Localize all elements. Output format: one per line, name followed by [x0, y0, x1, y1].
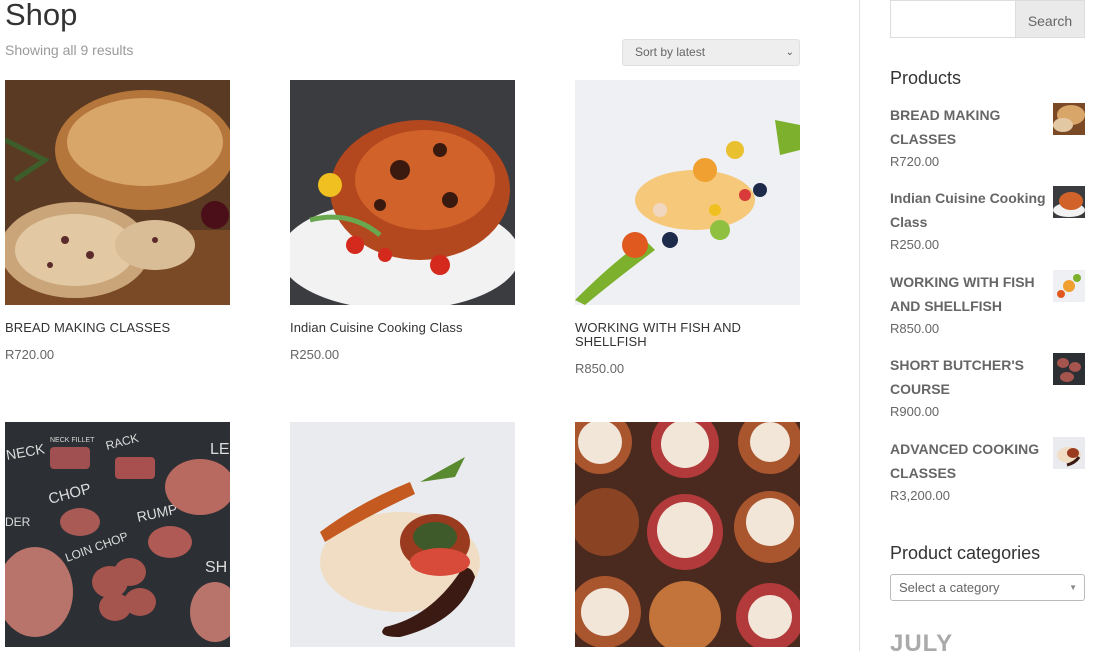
sidebar-product-thumb[interactable]: [1053, 186, 1085, 218]
sidebar-product-name[interactable]: ADVANCED COOKING CLASSES: [890, 437, 1050, 485]
product-card[interactable]: WORKING WITH FISH AND SHELLFISH R850.00: [575, 80, 800, 376]
product-image-indian-cuisine[interactable]: [290, 80, 515, 305]
product-price: R250.00: [290, 347, 340, 362]
product-image-plated-dish[interactable]: [290, 422, 515, 647]
cut-label: DER: [5, 515, 31, 529]
sidebar-product-item[interactable]: SHORT BUTCHER'S COURSE R900.00: [890, 353, 1085, 423]
product-card[interactable]: Indian Cuisine Cooking Class R250.00: [290, 80, 515, 362]
sidebar-product-price: R250.00: [890, 237, 940, 252]
sidebar-product-thumb[interactable]: [1053, 437, 1085, 469]
sidebar-product-price: R850.00: [890, 321, 940, 336]
products-widget-title: Products: [890, 68, 962, 88]
sidebar-product-price: R720.00: [890, 154, 940, 169]
sidebar-product-thumb[interactable]: [1053, 103, 1085, 135]
shop-main: Shop Showing all 9 results Sort by lates…: [0, 0, 860, 651]
category-dropdown[interactable]: Select a category ▼: [890, 574, 1085, 601]
sidebar-product-thumb[interactable]: [1053, 353, 1085, 385]
result-count: Showing all 9 results: [5, 42, 134, 58]
sidebar-product-item[interactable]: WORKING WITH FISH AND SHELLFISH R850.00: [890, 270, 1085, 340]
chevron-down-icon: ⌄: [785, 47, 794, 58]
search-input[interactable]: [890, 0, 1016, 38]
sidebar-product-name[interactable]: BREAD MAKING CLASSES: [890, 103, 1050, 151]
sidebar-product-price: R3,200.00: [890, 488, 950, 503]
product-image-butcher[interactable]: NECK NECK FILLET RACK LE CHOP RUMP LOIN …: [5, 422, 230, 647]
triangle-down-icon: ▼: [1069, 583, 1077, 592]
sidebar-product-name[interactable]: SHORT BUTCHER'S COURSE: [890, 353, 1050, 401]
cut-label: NECK FILLET: [50, 437, 95, 444]
cut-label: SH: [205, 559, 227, 576]
sidebar-product-name[interactable]: Indian Cuisine Cooking Class: [890, 186, 1050, 234]
page-title: Shop: [5, 0, 78, 32]
sort-dropdown[interactable]: Sort by latest ⌄: [622, 39, 800, 66]
sidebar-product-thumb[interactable]: [1053, 270, 1085, 302]
archive-heading-partial: JULY: [890, 630, 954, 657]
categories-widget-title: Product categories: [890, 543, 1041, 563]
sidebar-product-item[interactable]: Indian Cuisine Cooking Class R250.00: [890, 186, 1085, 256]
product-card[interactable]: NECK NECK FILLET RACK LE CHOP RUMP LOIN …: [5, 422, 230, 647]
sidebar-product-item[interactable]: ADVANCED COOKING CLASSES R3,200.00: [890, 437, 1085, 507]
product-price: R720.00: [5, 347, 55, 362]
product-card[interactable]: BREAD MAKING CLASSES R720.00: [5, 80, 230, 362]
sort-selected-label: Sort by latest: [635, 45, 706, 59]
sidebar-product-price: R900.00: [890, 404, 940, 419]
product-image-fish-shellfish[interactable]: [575, 80, 800, 305]
product-title[interactable]: Indian Cuisine Cooking Class: [290, 321, 515, 335]
product-card[interactable]: [575, 422, 800, 647]
sidebar-divider: [859, 0, 860, 651]
product-image-bread[interactable]: [5, 80, 230, 305]
product-image-pastries[interactable]: [575, 422, 800, 647]
category-placeholder: Select a category: [899, 580, 1000, 595]
product-title[interactable]: WORKING WITH FISH AND SHELLFISH: [575, 321, 800, 349]
product-card[interactable]: [290, 422, 515, 647]
cut-label: LE: [210, 441, 230, 458]
sidebar-product-name[interactable]: WORKING WITH FISH AND SHELLFISH: [890, 270, 1050, 318]
sidebar-product-item[interactable]: BREAD MAKING CLASSES R720.00: [890, 103, 1085, 173]
product-price: R850.00: [575, 361, 625, 376]
product-title[interactable]: BREAD MAKING CLASSES: [5, 321, 230, 335]
search-button[interactable]: Search: [1015, 0, 1085, 38]
